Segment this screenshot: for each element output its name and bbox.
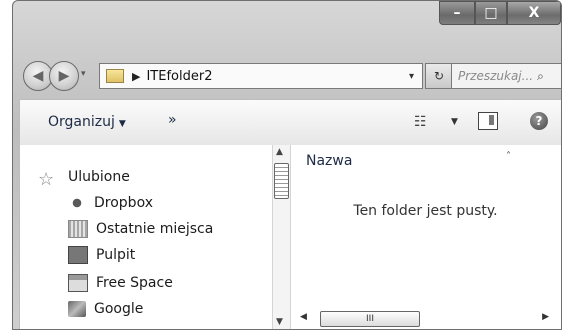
drive-icon — [68, 274, 88, 292]
back-arrow-icon: ◀ — [32, 68, 44, 84]
scroll-down-icon[interactable]: ▼ — [276, 317, 283, 327]
sidebar-item-label: Google — [94, 301, 144, 317]
navigation-bar: ◀ ▶ ▾ ▶ ITEfolder2 ▾ ↻ Przeszukaj... ⌕ — [13, 55, 561, 95]
sidebar-item-label: Free Space — [96, 275, 173, 291]
column-header-label: Nazwa — [306, 153, 353, 169]
grip-icon: III — [366, 314, 374, 324]
organize-label: Organizuj — [48, 114, 115, 130]
column-header-name[interactable]: Nazwa ˄ — [306, 151, 511, 169]
desktop-icon — [68, 246, 88, 264]
sidebar-item-label: Ostatnie miejsca — [96, 221, 214, 237]
address-bar[interactable]: ▶ ITEfolder2 ▾ — [99, 63, 423, 89]
scroll-right-icon[interactable]: ▶ — [542, 312, 549, 322]
command-bar: Organizuj ▼ » ☷ ▼ ? — [19, 99, 561, 146]
maximize-button[interactable]: □ — [475, 1, 507, 25]
search-icon[interactable]: ⌕ — [537, 69, 544, 84]
window-controls: – □ X — [439, 1, 561, 27]
forward-button[interactable]: ▶ — [49, 61, 79, 91]
folder-icon — [106, 69, 124, 83]
breadcrumb-separator-icon[interactable]: ▶ — [132, 70, 140, 83]
explorer-window: – □ X ◀ ▶ ▾ ▶ ITEfolder2 ▾ ↻ Przeszukaj.… — [12, 0, 562, 330]
search-input[interactable]: Przeszukaj... ⌕ — [451, 63, 561, 89]
chevron-down-icon: ▼ — [118, 119, 126, 129]
horizontal-scroll-thumb[interactable]: III — [320, 311, 420, 327]
close-button[interactable]: X — [507, 1, 561, 25]
sidebar-item-label: Dropbox — [94, 195, 153, 211]
breadcrumb-current-folder[interactable]: ITEfolder2 — [146, 69, 212, 84]
minimize-button[interactable]: – — [439, 1, 475, 25]
horizontal-scrollbar[interactable]: ◀ III ▶ — [290, 309, 561, 327]
change-view-icon[interactable]: ☷ — [414, 114, 426, 130]
forward-arrow-icon: ▶ — [58, 68, 70, 84]
refresh-icon: ↻ — [433, 69, 445, 83]
sidebar-item-label: Ulubione — [68, 169, 130, 185]
sidebar-item-free-space[interactable]: Free Space — [68, 271, 173, 295]
sort-arrow-icon: ˄ — [506, 151, 511, 162]
minimize-icon: – — [453, 5, 461, 21]
search-placeholder[interactable]: Przeszukaj... — [458, 69, 533, 83]
scroll-left-icon[interactable]: ◀ — [300, 312, 307, 322]
view-options-dropdown[interactable]: ▼ — [451, 117, 458, 127]
sidebar-item-recent-places[interactable]: Ostatnie miejsca — [68, 217, 213, 241]
sidebar-item-google[interactable]: Google — [68, 297, 143, 321]
scroll-up-icon[interactable]: ▲ — [276, 147, 283, 157]
navigation-pane: ☆ Ulubione Dropbox Ostatnie miejsca Pulp… — [20, 145, 272, 329]
content-area: ☆ Ulubione Dropbox Ostatnie miejsca Pulp… — [19, 145, 561, 329]
empty-folder-message: Ten folder jest pusty. — [353, 203, 498, 219]
navigation-pane-scrollbar[interactable]: ▲ ▼ — [272, 145, 291, 329]
sidebar-item-favorites[interactable]: ☆ Ulubione — [38, 165, 130, 190]
sidebar-item-desktop[interactable]: Pulpit — [68, 243, 135, 267]
dropbox-icon — [68, 195, 86, 211]
help-icon[interactable]: ? — [530, 112, 548, 130]
google-icon — [68, 301, 86, 317]
sidebar-item-dropbox[interactable]: Dropbox — [68, 191, 153, 215]
title-bar: – □ X — [13, 1, 561, 51]
organize-button[interactable]: Organizuj ▼ — [48, 114, 126, 130]
star-icon: ☆ — [38, 169, 55, 190]
sidebar-item-label: Pulpit — [96, 247, 136, 263]
scroll-thumb[interactable] — [274, 163, 289, 199]
address-dropdown-icon[interactable]: ▾ — [409, 71, 414, 82]
recent-places-icon — [68, 220, 88, 238]
preview-pane-icon[interactable] — [478, 112, 498, 130]
maximize-icon: □ — [484, 5, 498, 21]
close-icon: X — [528, 5, 540, 21]
file-list: Nazwa ˄ Ten folder jest pusty. ◀ III ▶ — [290, 145, 561, 329]
refresh-button[interactable]: ↻ — [425, 63, 453, 89]
more-commands-button[interactable]: » — [168, 112, 177, 128]
recent-pages-dropdown[interactable]: ▾ — [81, 69, 86, 79]
